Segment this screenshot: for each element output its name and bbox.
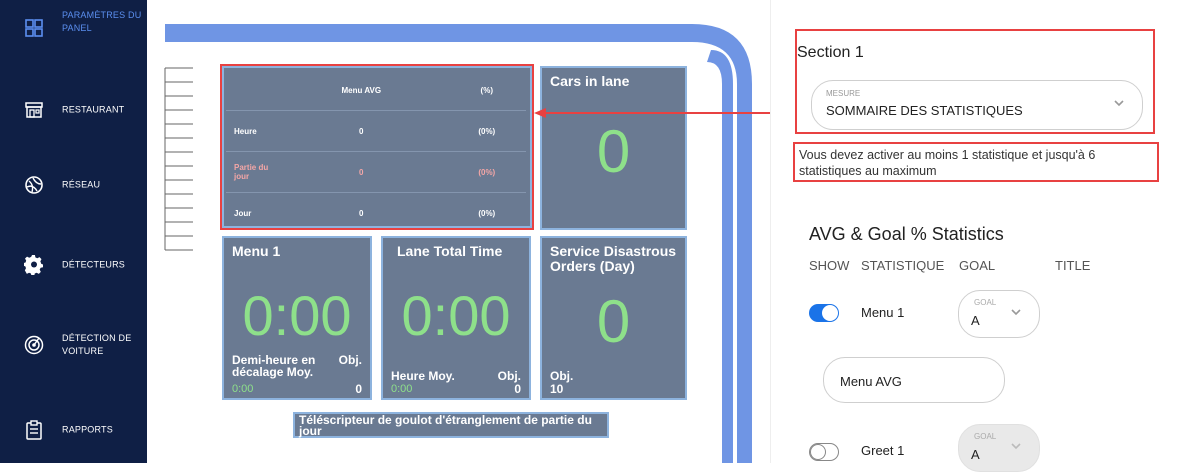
tile-sub-label: Heure Moy.	[391, 369, 455, 383]
greet1-goal-select[interactable]: GOAL A	[958, 424, 1040, 472]
stat-name: Greet 1	[861, 443, 905, 458]
target-icon	[24, 335, 44, 355]
tile-obj-label: Obj.	[550, 369, 574, 383]
goal-label: GOAL	[974, 298, 997, 307]
menu1-title-input[interactable]: Menu AVG	[823, 357, 1005, 403]
sidebar: PARAMÈTRES DU PANEL RESTAURANT RÉSEAU DÉ…	[0, 0, 147, 463]
column-header-goal: GOAL	[959, 258, 996, 273]
column-header-title: TITLE	[1055, 258, 1091, 273]
menu1-tile[interactable]: Menu 1 0:00 Demi-heure en décalage Moy. …	[222, 236, 372, 400]
tile-title: Cars in lane	[550, 73, 630, 89]
sidebar-item-reports[interactable]: RAPPORTS	[0, 410, 147, 450]
column-header-show: SHOW	[809, 258, 850, 273]
lane-inner	[707, 50, 733, 463]
store-icon	[25, 102, 43, 118]
tile-obj-value: 10	[550, 382, 564, 396]
tile-obj-value: 0	[355, 382, 362, 396]
sidebar-item-label: DÉTECTEURS	[62, 259, 126, 270]
ticker-text: Téléscripteur de goulot d'étranglement d…	[299, 413, 592, 438]
chevron-down-icon	[1011, 309, 1021, 316]
menu1-show-toggle[interactable]	[809, 304, 839, 322]
goal-value: A	[971, 313, 980, 328]
tile-obj-label: Obj.	[497, 369, 521, 383]
sidebar-item-label: PARAMÈTRES DU PANEL	[62, 10, 142, 33]
toggle-knob	[822, 305, 838, 321]
goal-label: GOAL	[974, 432, 997, 441]
grid-icon	[25, 19, 43, 37]
tile-big-value: 0:00	[242, 284, 352, 347]
tile-title: Service Disastrous Orders (Day)	[550, 243, 677, 274]
sidebar-item-label: DÉTECTION DE VOITURE	[62, 333, 132, 356]
tile-title: Lane Total Time	[397, 243, 503, 259]
tile-big-value: 0:00	[401, 284, 511, 347]
ticker-bar[interactable]: Téléscripteur de goulot d'étranglement d…	[293, 412, 609, 438]
menu1-goal-select[interactable]: GOAL A	[958, 290, 1040, 338]
tile-sub-label: Demi-heure en décalage Moy.	[232, 353, 316, 379]
tile-sub-value: 0:00	[232, 383, 254, 395]
chevron-down-icon	[1011, 443, 1021, 450]
service-disastrous-tile[interactable]: Service Disastrous Orders (Day) 0 Obj. 1…	[540, 236, 687, 400]
title-input-value: Menu AVG	[840, 374, 902, 389]
sidebar-item-detectors[interactable]: DÉTECTEURS	[0, 245, 147, 285]
toggle-knob	[810, 444, 826, 460]
column-header-stat: STATISTIQUE	[861, 258, 945, 273]
sidebar-item-car-detection[interactable]: DÉTECTION DE VOITURE	[0, 325, 147, 365]
sidebar-item-network[interactable]: RÉSEAU	[0, 165, 147, 205]
network-icon	[25, 176, 43, 194]
sidebar-item-label: RAPPORTS	[62, 424, 113, 435]
stats-title: AVG & Goal % Statistics	[809, 224, 1004, 244]
queue-ladder	[164, 67, 193, 251]
lane-total-time-tile[interactable]: Lane Total Time 0:00 Heure Moy. Obj. 0:0…	[381, 236, 531, 400]
tile-obj-label: Obj.	[338, 353, 362, 367]
tile-big-value: 0	[596, 288, 631, 355]
goal-value: A	[971, 447, 980, 462]
tile-sub-value: 0:00	[391, 383, 413, 395]
tile-title: Menu 1	[232, 243, 281, 259]
summary-highlight	[220, 64, 534, 230]
sidebar-item-restaurant[interactable]: RESTAURANT	[0, 90, 147, 130]
sidebar-item-label: RÉSEAU	[62, 179, 101, 190]
stat-name: Menu 1	[861, 305, 905, 320]
notice-highlight	[793, 142, 1159, 182]
clipboard-icon	[26, 420, 42, 440]
sidebar-item-panel-settings[interactable]: PARAMÈTRES DU PANEL	[0, 10, 147, 50]
gear-icon	[24, 255, 44, 275]
section-highlight	[795, 29, 1155, 134]
tile-obj-value: 0	[514, 382, 521, 396]
sidebar-item-label: RESTAURANT	[62, 104, 125, 115]
settings-panel: Section 1 MESURE SOMMAIRE DES STATISTIQU…	[770, 0, 1177, 472]
cars-in-lane-tile[interactable]: Cars in lane 0	[540, 66, 687, 230]
tile-big-value: 0	[596, 118, 631, 185]
greet1-show-toggle[interactable]	[809, 443, 839, 461]
